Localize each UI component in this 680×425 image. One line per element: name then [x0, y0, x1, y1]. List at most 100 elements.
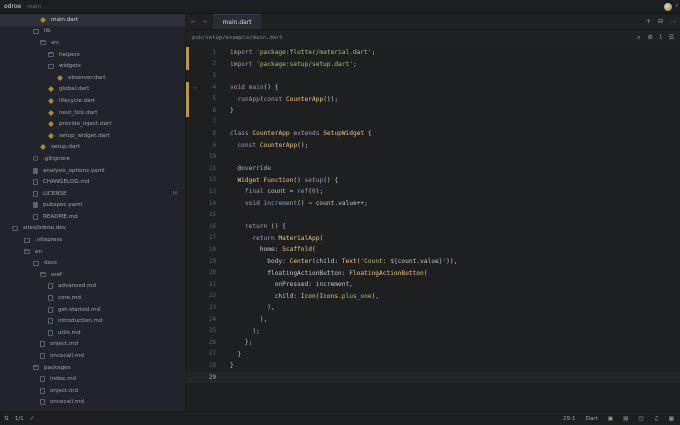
tree-item[interactable]: utils.md: [0, 327, 185, 339]
tree-item[interactable]: lib: [0, 26, 185, 38]
search-icon[interactable]: ⌕: [637, 34, 640, 42]
tree-item[interactable]: README.md: [0, 211, 185, 223]
chat-icon[interactable]: ◫: [638, 416, 643, 422]
tree-item[interactable]: lifecycle.dart: [0, 95, 185, 107]
code-line[interactable]: 23 ),: [186, 302, 680, 314]
add-tab-icon[interactable]: +: [646, 18, 651, 25]
git-branch-icon[interactable]: ⇅: [4, 416, 9, 422]
bell-icon[interactable]: ♫: [654, 416, 659, 422]
tree-item[interactable]: oncecall.md: [0, 397, 185, 409]
tree-item[interactable]: index.md: [0, 373, 185, 385]
tree-item[interactable]: get-started.md: [0, 304, 185, 316]
file-path[interactable]: pub/setup/example/main.dart: [192, 35, 283, 41]
code-line[interactable]: 26 };: [186, 337, 680, 349]
tree-item[interactable]: sites/odroe.dev: [0, 223, 185, 235]
tree-item[interactable]: global.dart: [0, 84, 185, 96]
code-line[interactable]: 24 ),: [186, 314, 680, 326]
tree-item[interactable]: core.md: [0, 292, 185, 304]
line-number: 7: [212, 119, 217, 126]
layout-icon[interactable]: ▤: [623, 416, 628, 422]
code-text: void main() {: [230, 84, 279, 92]
code-editor[interactable]: 1 import 'package:flutter/material.dart';…: [186, 45, 680, 411]
tree-item[interactable]: onject.md: [0, 385, 185, 397]
tree-item[interactable]: widgets: [0, 60, 185, 72]
code-line[interactable]: 7: [186, 117, 680, 129]
code-line[interactable]: 19 body: Center(child: Text('Count: ${co…: [186, 256, 680, 268]
tree-item[interactable]: CHANGELOG.md: [0, 176, 185, 188]
code-line[interactable]: 2 import 'package:setup/setup.dart';: [186, 58, 680, 71]
more-icon[interactable]: ⋯: [670, 18, 676, 25]
tree-item[interactable]: en: [0, 246, 185, 258]
back-arrow-icon[interactable]: ←: [191, 18, 196, 25]
tree-item[interactable]: provide_inject.dart: [0, 118, 185, 130]
branch-name[interactable]: main: [27, 4, 41, 10]
tree-item[interactable]: .vitepress: [0, 234, 185, 246]
code-line[interactable]: ▸ 4 void main() {: [186, 81, 680, 94]
tree-item[interactable]: packages: [0, 362, 185, 374]
code-line[interactable]: 3: [186, 70, 680, 82]
code-line[interactable]: 9 const CounterApp();: [186, 140, 680, 152]
code-line[interactable]: 1 import 'package:flutter/material.dart';: [186, 47, 680, 59]
code-line[interactable]: 8 class CounterApp extends SetupWidget {: [186, 128, 680, 140]
file-icon: [40, 376, 45, 383]
tree-item[interactable]: oncecall.md: [0, 350, 185, 362]
file-icon: [40, 353, 45, 360]
tree-item[interactable]: helpers: [0, 49, 185, 61]
tree-item-label: setup_widget.dart: [59, 132, 110, 139]
cursor-icon[interactable]: I: [660, 34, 662, 42]
code-line[interactable]: 22 child: Icon(Icons.plus_one),: [186, 291, 680, 303]
tree-item[interactable]: observer.dart: [0, 72, 185, 84]
tree-item[interactable]: introduction.md: [0, 315, 185, 327]
avatar[interactable]: [664, 3, 672, 11]
split-pane-icon[interactable]: ⊟: [658, 18, 663, 25]
tree-item[interactable]: setup_widget.dart: [0, 130, 185, 142]
tools-icon[interactable]: ⚙: [647, 34, 652, 42]
line-number: 22: [209, 293, 216, 300]
tree-item[interactable]: next_tick.dart: [0, 107, 185, 119]
code-line[interactable]: 21 onPressed: increment,: [186, 279, 680, 291]
tree-item[interactable]: setup.dart: [0, 142, 185, 154]
code-line[interactable]: 11 @override: [186, 163, 680, 175]
code-line[interactable]: 16 return () {: [186, 221, 680, 233]
code-text: import 'package:flutter/material.dart';: [230, 49, 376, 57]
tree-item[interactable]: onject.md: [0, 339, 185, 351]
code-line[interactable]: 27 }: [186, 349, 680, 361]
code-line[interactable]: 12 Widget Function() setup() {: [186, 175, 680, 187]
code-line[interactable]: 10: [186, 151, 680, 163]
panel-icon[interactable]: ▦: [669, 416, 674, 422]
tree-item[interactable]: docs: [0, 257, 185, 269]
code-line[interactable]: 20 floatingActionButton: FloatingActionB…: [186, 267, 680, 279]
forward-arrow-icon[interactable]: →: [202, 18, 207, 25]
cursor-position[interactable]: 29:1: [563, 416, 576, 422]
code-line[interactable]: 29: [186, 371, 680, 384]
code-line[interactable]: 13 final count = ref(0);: [186, 186, 680, 198]
tree-item[interactable]: src: [0, 37, 185, 49]
code-line[interactable]: 18 home: Scaffold(: [186, 244, 680, 256]
tree-item[interactable]: analysis_options.yaml: [0, 165, 185, 177]
code-line[interactable]: 25 );: [186, 325, 680, 337]
language-mode[interactable]: Dart: [586, 416, 598, 422]
code-line[interactable]: 6}: [186, 105, 680, 117]
file-icon: [33, 213, 38, 220]
tree-item[interactable]: .gitignore: [0, 153, 185, 165]
code-line[interactable]: 15: [186, 209, 680, 221]
git-sync-count[interactable]: 1/1: [15, 416, 24, 422]
tab-main-dart[interactable]: main.dart: [213, 14, 262, 29]
line-number: 6: [212, 107, 217, 114]
folder-icon: [48, 63, 54, 69]
chevron-down-icon[interactable]: ▾: [675, 3, 678, 9]
code-line[interactable]: 17 return MaterialApp(: [186, 233, 680, 245]
tree-item[interactable]: pubspec.yaml: [0, 200, 185, 212]
code-line[interactable]: 28}: [186, 360, 680, 372]
code-line[interactable]: 5 runApp(const CounterApp());: [186, 93, 680, 105]
code-line[interactable]: 14 void increment() ⇒ count.value++;: [186, 198, 680, 210]
terminal-icon[interactable]: ▣: [608, 416, 613, 422]
line-number: 26: [209, 339, 216, 346]
tree-item[interactable]: oref: [0, 269, 185, 281]
tree-item[interactable]: main.dart: [0, 14, 185, 26]
tree-item[interactable]: LICENSE M: [0, 188, 185, 200]
folder-icon: [24, 249, 30, 255]
sliders-icon[interactable]: ☰: [669, 34, 674, 42]
tree-item[interactable]: advanced.md: [0, 281, 185, 293]
check-icon[interactable]: ✓: [30, 416, 35, 422]
